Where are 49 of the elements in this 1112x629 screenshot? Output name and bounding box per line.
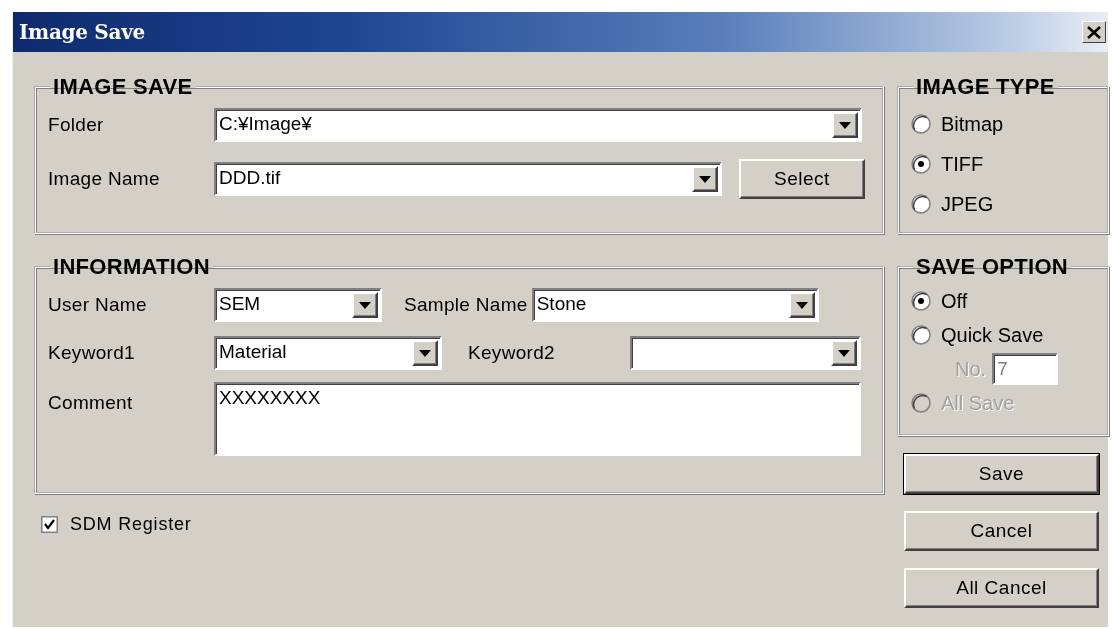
field-label: User Name <box>48 294 148 316</box>
radio-label[interactable]: Off <box>941 289 968 313</box>
dropdown-field[interactable] <box>630 336 861 370</box>
dropdown-button[interactable] <box>832 112 858 138</box>
dropdown-field[interactable]: SEM <box>214 288 382 322</box>
field-label: Keyword1 <box>48 342 136 364</box>
dialog-button[interactable]: Save <box>904 454 1099 494</box>
dropdown-field[interactable]: Stone <box>531 288 819 322</box>
checkbox-label[interactable]: SDM Register <box>70 514 192 535</box>
radio-button[interactable] <box>911 114 931 134</box>
select-button[interactable]: Select <box>739 159 865 199</box>
caret-icon <box>419 349 431 357</box>
window-title: Image Save <box>19 20 145 44</box>
radio-label[interactable]: Bitmap <box>941 112 1004 136</box>
dropdown-button[interactable] <box>352 292 378 318</box>
caret-icon <box>839 121 851 129</box>
close-icon <box>1087 25 1101 39</box>
radio-label[interactable]: JPEG <box>941 192 994 216</box>
dropdown-field[interactable]: C:¥Image¥ <box>214 108 862 142</box>
radio-label[interactable]: Quick Save <box>941 323 1044 347</box>
text-field[interactable]: XXXXXXXX <box>214 382 861 456</box>
field-label: Folder <box>48 114 105 136</box>
field-label: Image Name <box>48 168 161 190</box>
checkbox[interactable] <box>41 516 58 533</box>
caret-icon <box>359 301 371 309</box>
group-title: INFORMATION <box>52 254 211 280</box>
dropdown-field[interactable]: DDD.tif <box>214 162 722 196</box>
group-title: IMAGE SAVE <box>52 74 194 100</box>
dropdown-button[interactable] <box>412 340 438 366</box>
dropdown-button[interactable] <box>692 166 718 192</box>
field-label: Comment <box>48 392 134 414</box>
radio-button[interactable] <box>911 291 931 311</box>
field-label: Keyword2 <box>468 342 556 364</box>
close-button[interactable] <box>1082 21 1106 43</box>
dropdown-button[interactable] <box>788 292 815 318</box>
dialog-button[interactable]: All Cancel <box>904 568 1099 608</box>
caret-icon <box>795 301 808 309</box>
group-title: SAVE OPTION <box>915 254 1070 280</box>
radio-button[interactable] <box>911 194 931 214</box>
field-label: Sample Name <box>404 294 528 316</box>
dialog-button[interactable]: Cancel <box>904 511 1099 551</box>
radio-label[interactable]: TIFF <box>941 152 984 176</box>
caret-icon <box>699 175 711 183</box>
group-title: IMAGE TYPE <box>915 74 1056 100</box>
radio-button[interactable] <box>911 154 931 174</box>
dropdown-button[interactable] <box>831 340 857 366</box>
radio-button[interactable] <box>911 325 931 345</box>
dropdown-field[interactable]: Material <box>214 336 442 370</box>
caret-icon <box>838 349 850 357</box>
